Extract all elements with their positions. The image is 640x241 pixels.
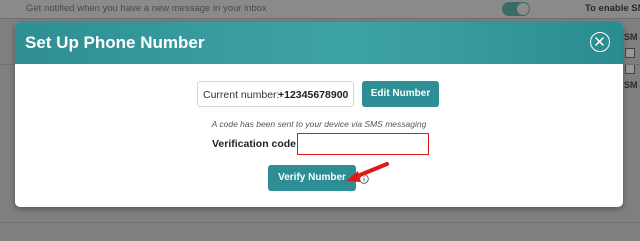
divider bbox=[0, 18, 640, 19]
notification-description: Get notified when you have a new message… bbox=[26, 3, 267, 14]
verification-code-label: Verification code: bbox=[212, 138, 300, 150]
setup-phone-modal: Set Up Phone Number Current number: +123… bbox=[15, 22, 623, 207]
background-checkbox[interactable] bbox=[625, 48, 635, 58]
modal-title: Set Up Phone Number bbox=[25, 33, 205, 52]
sms-sent-note: A code has been sent to your device via … bbox=[211, 119, 427, 129]
notification-setting-row: Get notified when you have a new message… bbox=[0, 0, 640, 18]
background-checkbox[interactable] bbox=[625, 64, 635, 74]
background-text-fragment: SM bbox=[624, 32, 638, 42]
close-button[interactable] bbox=[590, 32, 610, 52]
toggle-knob bbox=[517, 3, 529, 15]
verification-code-input[interactable] bbox=[297, 133, 429, 155]
current-number-label: Current number: bbox=[203, 89, 280, 101]
modal-header: Set Up Phone Number bbox=[15, 22, 623, 64]
enable-sms-text: To enable SMS bbox=[585, 3, 640, 14]
close-icon bbox=[595, 37, 604, 46]
annotation-arrow-icon bbox=[346, 162, 389, 182]
current-number-box: Current number: +12345678900 bbox=[197, 81, 354, 107]
divider bbox=[0, 222, 640, 223]
current-number-value: +12345678900 bbox=[278, 89, 349, 101]
edit-number-button[interactable]: Edit Number bbox=[362, 81, 439, 107]
notification-toggle[interactable] bbox=[502, 2, 530, 16]
background-text-fragment: SM bbox=[624, 80, 638, 90]
